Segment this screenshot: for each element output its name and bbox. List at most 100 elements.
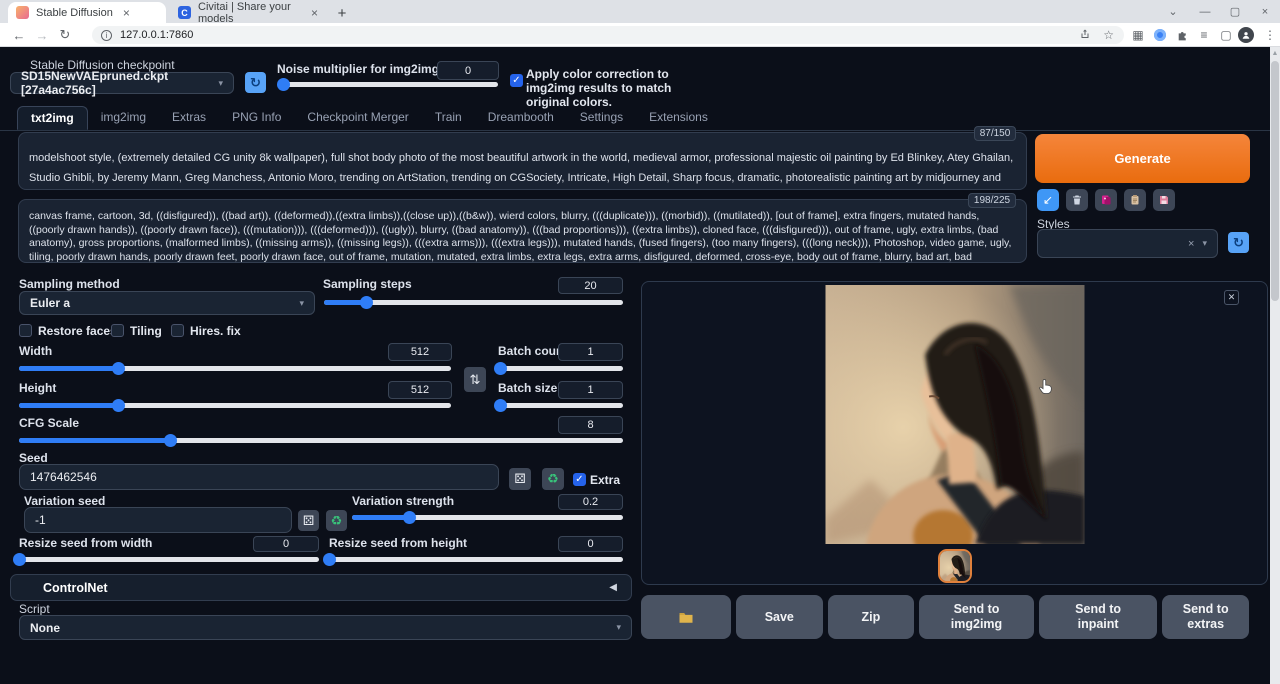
- send-to-extras-button[interactable]: Send to extras: [1162, 595, 1249, 639]
- batch-count-slider[interactable]: [497, 362, 623, 375]
- resize-seed-width-slider[interactable]: [19, 553, 319, 566]
- cfg-scale-label: CFG Scale: [19, 416, 79, 430]
- page-scrollbar[interactable]: ▲: [1270, 47, 1280, 684]
- controlnet-label: ControlNet: [43, 581, 108, 595]
- seed-input[interactable]: 1476462546: [19, 464, 499, 490]
- random-seed-button[interactable]: ⚄: [509, 468, 531, 490]
- zip-button[interactable]: Zip: [828, 595, 915, 639]
- tab-dreambooth[interactable]: Dreambooth: [475, 106, 567, 130]
- address-bar[interactable]: i 127.0.0.1:7860 ☆: [92, 26, 1124, 44]
- window-restore-button[interactable]: ▢: [1220, 0, 1250, 23]
- civitai-favicon: C: [178, 6, 191, 19]
- checkpoint-dropdown[interactable]: SD15NewVAEpruned.ckpt [27a4ac756c] ▾: [10, 72, 234, 94]
- swap-dimensions-button[interactable]: ⇅: [464, 367, 486, 392]
- bookmark-star-icon[interactable]: ☆: [1103, 28, 1114, 42]
- new-tab-button[interactable]: +: [332, 3, 352, 23]
- refresh-checkpoints-button[interactable]: ↻: [245, 72, 266, 93]
- site-info-icon[interactable]: i: [101, 30, 112, 41]
- browser-tab-civitai[interactable]: C Civitai | Share your models ×: [170, 2, 326, 23]
- reload-icon[interactable]: ↻: [56, 26, 74, 44]
- chevron-down-icon: ▾: [218, 78, 223, 89]
- save-button[interactable]: Save: [736, 595, 823, 639]
- tab-checkpoint-merger[interactable]: Checkpoint Merger: [294, 106, 421, 130]
- send-to-inpaint-button[interactable]: Send to inpaint: [1039, 595, 1158, 639]
- script-dropdown[interactable]: None ▾: [19, 615, 632, 640]
- hires-fix-checkbox[interactable]: ✓: [171, 324, 184, 337]
- browser-tab-stable-diffusion[interactable]: Stable Diffusion ×: [8, 2, 166, 23]
- sampling-steps-slider[interactable]: [324, 296, 623, 309]
- extension-blue-icon[interactable]: [1152, 27, 1168, 43]
- tab-close-icon[interactable]: ×: [311, 7, 318, 19]
- styles-dropdown[interactable]: × ▾: [1037, 229, 1218, 258]
- restore-faces-checkbox[interactable]: ✓: [19, 324, 32, 337]
- chevron-down-icon: ▾: [299, 298, 304, 309]
- tab-img2img[interactable]: img2img: [88, 106, 159, 130]
- reuse-variation-seed-button[interactable]: ♻: [326, 510, 347, 531]
- send-to-img2img-button[interactable]: Send to img2img: [919, 595, 1034, 639]
- media-list-icon[interactable]: ≡: [1196, 27, 1212, 43]
- paste-params-button[interactable]: ↙: [1037, 189, 1059, 211]
- width-slider[interactable]: [19, 362, 451, 375]
- reuse-seed-button[interactable]: ♻: [542, 468, 564, 490]
- scrollbar-up-icon[interactable]: ▲: [1270, 47, 1280, 59]
- window-chevron-button[interactable]: ⌄: [1158, 0, 1188, 23]
- variation-seed-input[interactable]: -1: [24, 507, 292, 533]
- controlnet-accordion[interactable]: ControlNet ◀: [10, 574, 632, 601]
- share-icon[interactable]: [1079, 28, 1091, 40]
- browser-tabstrip: Stable Diffusion × C Civitai | Share you…: [0, 0, 1280, 23]
- gallery-thumbnail-selected[interactable]: [938, 549, 972, 583]
- batch-size-slider[interactable]: [497, 399, 623, 412]
- back-icon[interactable]: ←: [10, 26, 28, 44]
- negative-prompt-textarea[interactable]: canvas frame, cartoon, 3d, ((disfigured)…: [18, 199, 1027, 263]
- height-slider[interactable]: [19, 399, 451, 412]
- batch-count-value[interactable]: 1: [558, 343, 623, 361]
- window-minimize-button[interactable]: —: [1190, 0, 1220, 23]
- open-folder-button[interactable]: [641, 595, 731, 639]
- noise-multiplier-label: Noise multiplier for img2img: [277, 62, 439, 76]
- variation-strength-slider[interactable]: [352, 511, 623, 524]
- forward-icon[interactable]: →: [33, 26, 51, 44]
- generate-button[interactable]: Generate: [1035, 134, 1250, 183]
- extra-seed-checkbox[interactable]: ✓: [573, 473, 586, 486]
- generated-image[interactable]: [825, 285, 1084, 544]
- random-variation-seed-button[interactable]: ⚄: [298, 510, 319, 531]
- resize-seed-width-value[interactable]: 0: [253, 536, 319, 552]
- resize-seed-height-value[interactable]: 0: [558, 536, 623, 552]
- tab-train[interactable]: Train: [422, 106, 475, 130]
- apply-style-button[interactable]: [1124, 189, 1146, 211]
- clear-styles-icon[interactable]: ×: [1188, 238, 1194, 250]
- close-gallery-icon[interactable]: ✕: [1224, 290, 1239, 305]
- tab-extras[interactable]: Extras: [159, 106, 219, 130]
- sampling-steps-value[interactable]: 20: [558, 277, 623, 294]
- profile-avatar[interactable]: [1238, 27, 1254, 43]
- sampling-method-dropdown[interactable]: Euler a ▾: [19, 291, 315, 315]
- clear-prompt-button[interactable]: [1066, 189, 1088, 211]
- tab-settings[interactable]: Settings: [567, 106, 636, 130]
- batch-size-value[interactable]: 1: [558, 381, 623, 399]
- extensions-puzzle-icon[interactable]: [1174, 27, 1190, 43]
- folder-icon: [678, 611, 694, 624]
- color-correction-checkbox[interactable]: ✓: [510, 74, 523, 87]
- extension-grid-icon[interactable]: ▦: [1130, 27, 1146, 43]
- side-panel-icon[interactable]: ▢: [1218, 27, 1234, 43]
- tab-png-info[interactable]: PNG Info: [219, 106, 294, 130]
- browser-menu-icon[interactable]: ⋮: [1262, 27, 1278, 43]
- save-style-button[interactable]: [1153, 189, 1175, 211]
- resize-seed-height-slider[interactable]: [329, 553, 623, 566]
- tab-extensions[interactable]: Extensions: [636, 106, 721, 130]
- variation-strength-value[interactable]: 0.2: [558, 494, 623, 510]
- window-close-button[interactable]: ×: [1250, 0, 1280, 23]
- height-value[interactable]: 512: [388, 381, 452, 399]
- sampling-method-label: Sampling method: [19, 277, 120, 291]
- cfg-scale-slider[interactable]: [19, 434, 623, 447]
- tab-close-icon[interactable]: ×: [123, 7, 130, 19]
- extra-networks-button[interactable]: [1095, 189, 1117, 211]
- tab-txt2img[interactable]: txt2img: [17, 106, 88, 130]
- noise-multiplier-slider[interactable]: [281, 78, 498, 91]
- refresh-styles-button[interactable]: ↻: [1228, 232, 1249, 253]
- prompt-textarea[interactable]: modelshoot style, (extremely detailed CG…: [18, 132, 1027, 190]
- scrollbar-thumb[interactable]: [1271, 61, 1279, 301]
- cfg-scale-value[interactable]: 8: [558, 416, 623, 434]
- width-value[interactable]: 512: [388, 343, 452, 361]
- tiling-checkbox[interactable]: ✓: [111, 324, 124, 337]
